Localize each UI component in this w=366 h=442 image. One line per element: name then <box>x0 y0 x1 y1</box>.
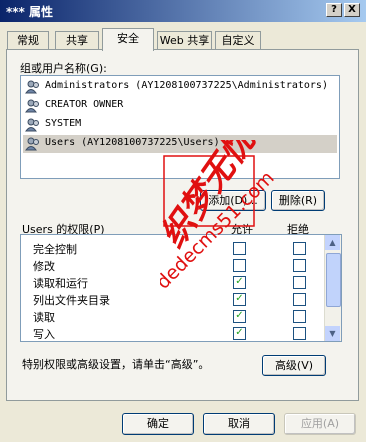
permission-name: 列出文件夹目录 <box>33 294 110 307</box>
list-item[interactable]: Administrators (AY1208100737225\Administ… <box>23 78 337 96</box>
tab-web-sharing[interactable]: Web 共享 <box>157 31 212 50</box>
allow-checkbox[interactable]: ✓ <box>233 327 246 340</box>
user-group-icon <box>25 99 39 113</box>
advanced-hint: 特别权限或高级设置，请单击“高级”。 <box>22 358 210 371</box>
watermark: 织梦无忧 dedecms51.com <box>160 140 279 294</box>
ok-button[interactable]: 确定 <box>122 413 194 435</box>
window-title: *** 属性 <box>6 5 54 19</box>
allow-checkbox[interactable]: ✓ <box>233 310 246 323</box>
table-row: 写入 ✓ <box>21 324 325 341</box>
title-bar[interactable]: *** 属性 ? X <box>0 0 366 22</box>
help-button[interactable]: ? <box>326 3 342 17</box>
list-item[interactable]: SYSTEM <box>23 116 337 134</box>
permission-name: 写入 <box>33 328 55 341</box>
permission-name: 完全控制 <box>33 243 77 256</box>
user-name: SYSTEM <box>45 118 82 129</box>
tab-sharing[interactable]: 共享 <box>55 31 99 50</box>
users-label: 组或用户名称(G): <box>20 62 107 75</box>
user-group-icon <box>25 118 39 132</box>
list-item[interactable]: CREATOR OWNER <box>23 97 337 115</box>
tab-custom[interactable]: 自定义 <box>215 31 261 50</box>
user-name: Administrators (AY1208100737225\Administ… <box>45 80 328 91</box>
permission-name: 修改 <box>33 260 55 273</box>
deny-checkbox[interactable] <box>293 327 306 340</box>
permission-name: 读取和运行 <box>33 277 88 290</box>
table-row: 特别的权限 <box>21 341 325 342</box>
user-name: CREATOR OWNER <box>45 99 124 110</box>
apply-button[interactable]: 应用(A) <box>284 413 356 435</box>
advanced-button[interactable]: 高级(V) <box>262 355 326 376</box>
deny-checkbox[interactable] <box>293 310 306 323</box>
user-group-icon <box>25 137 39 151</box>
scroll-down-arrow-icon[interactable]: ▼ <box>325 326 340 341</box>
tab-general[interactable]: 常规 <box>7 31 49 50</box>
permission-name: 读取 <box>33 311 55 324</box>
user-group-icon <box>25 80 39 94</box>
tab-security[interactable]: 安全 <box>102 28 154 51</box>
cancel-button[interactable]: 取消 <box>203 413 275 435</box>
close-button[interactable]: X <box>344 3 360 17</box>
